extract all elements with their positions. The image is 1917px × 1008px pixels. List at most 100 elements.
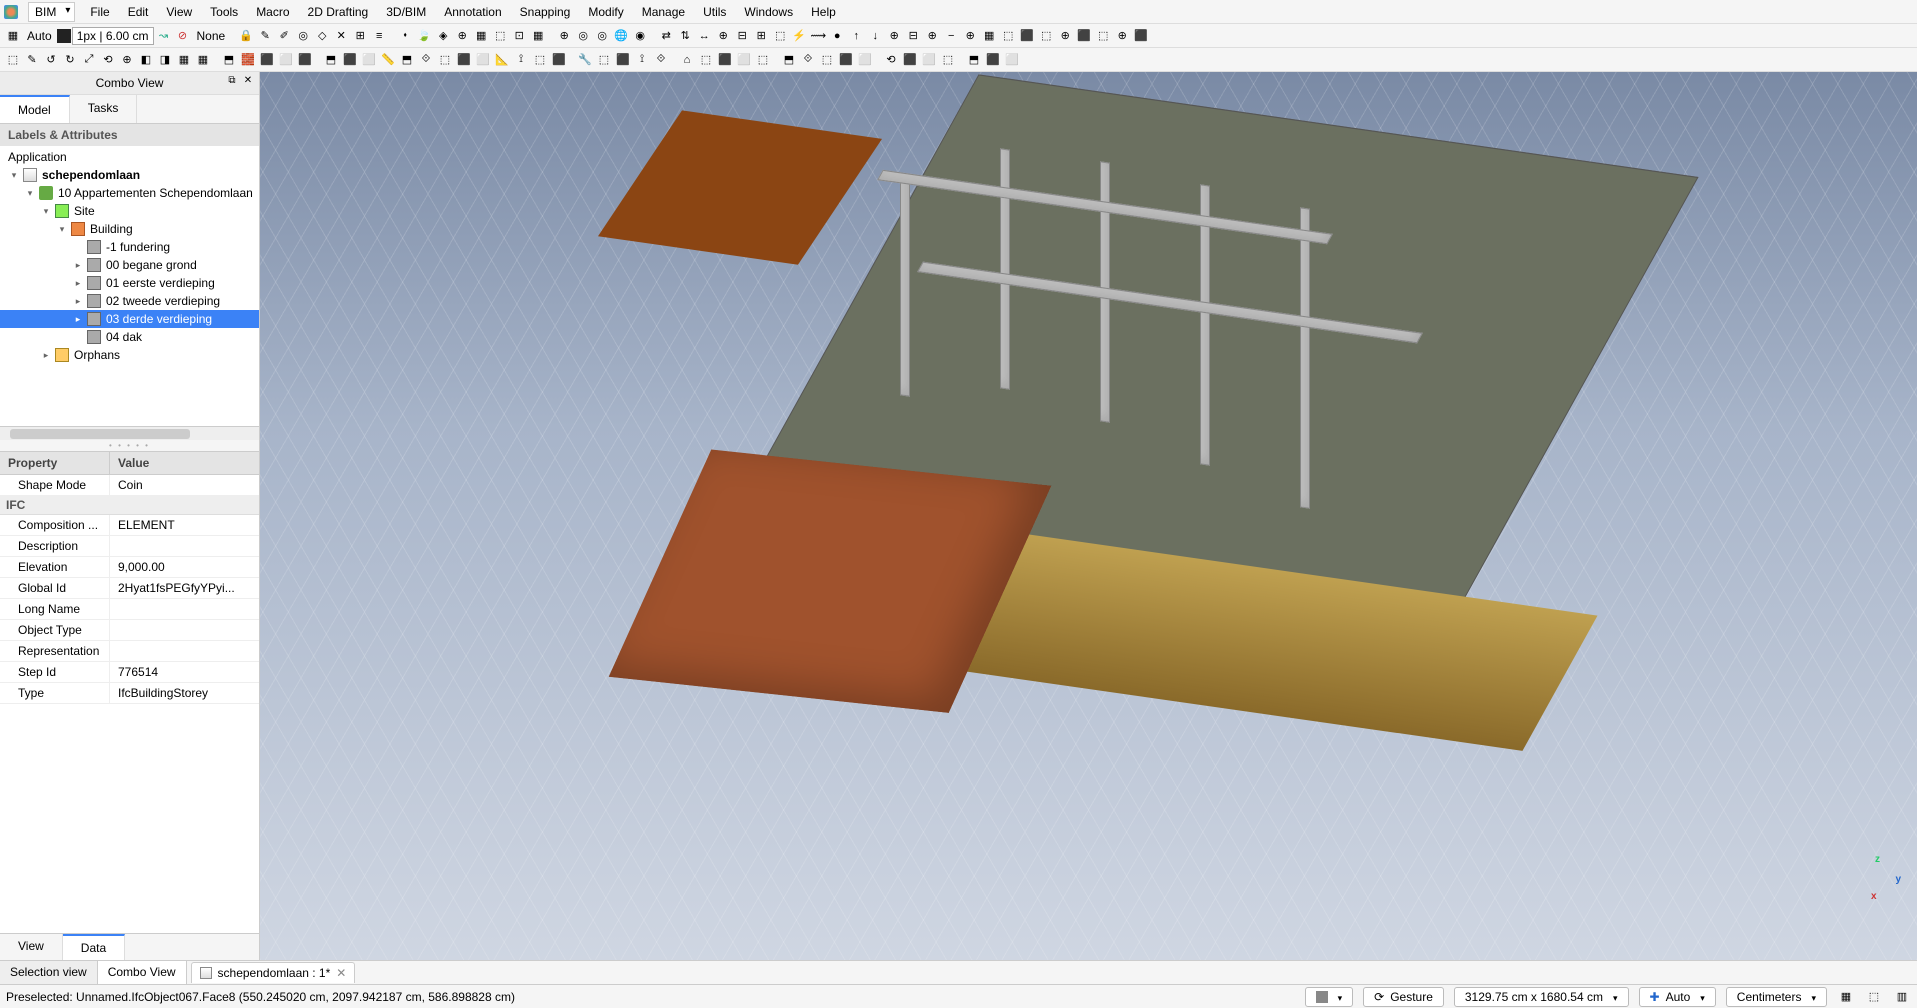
combo-tab-tasks[interactable]: Tasks xyxy=(70,95,138,123)
menu-edit[interactable]: Edit xyxy=(119,2,158,22)
tb1-icon-5[interactable]: ✕ xyxy=(332,27,350,45)
tb1-icon-27[interactable]: ⊕ xyxy=(714,27,732,45)
tb1-icon-11[interactable]: ◈ xyxy=(434,27,452,45)
tb2-icon-32[interactable]: 🔧 xyxy=(576,51,594,69)
menu-modify[interactable]: Modify xyxy=(579,2,632,22)
tb2-icon-22[interactable]: ⬒ xyxy=(398,51,416,69)
tree-item[interactable]: ▾schependomlaan xyxy=(0,166,259,184)
property-value[interactable]: Coin xyxy=(110,475,259,495)
tree-scrollbar[interactable] xyxy=(0,426,259,440)
tb1-icon-49[interactable]: ⬛ xyxy=(1132,27,1150,45)
tb1-icon-36[interactable]: ⊕ xyxy=(885,27,903,45)
tb2-icon-34[interactable]: ⬛ xyxy=(614,51,632,69)
tree-item[interactable]: ▸Orphans xyxy=(0,346,259,364)
tb2-icon-39[interactable]: ⬚ xyxy=(697,51,715,69)
tb1-icon-4[interactable]: ◇ xyxy=(313,27,331,45)
tree-twisty-icon[interactable]: ▸ xyxy=(72,278,84,289)
tb2-icon-1[interactable]: ✎ xyxy=(23,51,41,69)
property-row[interactable]: Composition ...ELEMENT xyxy=(0,515,259,536)
tb2-icon-8[interactable]: ◨ xyxy=(156,51,174,69)
tb1-icon-32[interactable]: ⟿ xyxy=(809,27,827,45)
tb2-icon-4[interactable]: ⤢ xyxy=(80,51,98,69)
tree-item[interactable]: ▸03 derde verdieping xyxy=(0,310,259,328)
side-tab-selection-view[interactable]: Selection view xyxy=(0,961,98,984)
tb2-icon-18[interactable]: ⬒ xyxy=(322,51,340,69)
property-value[interactable]: 9,000.00 xyxy=(110,557,259,577)
menu-help[interactable]: Help xyxy=(802,2,845,22)
menu-snapping[interactable]: Snapping xyxy=(511,2,580,22)
tb1-icon-18[interactable]: ⊕ xyxy=(555,27,573,45)
tb1-icon-15[interactable]: ⊡ xyxy=(510,27,528,45)
tb1-icon-33[interactable]: ● xyxy=(828,27,846,45)
tb2-icon-33[interactable]: ⬚ xyxy=(595,51,613,69)
tree-twisty-icon[interactable]: ▸ xyxy=(40,350,52,361)
tb2-icon-10[interactable]: ▦ xyxy=(194,51,212,69)
tb1-icon-14[interactable]: ⬚ xyxy=(491,27,509,45)
tb1-icon-45[interactable]: ⊕ xyxy=(1056,27,1074,45)
tb1-icon-16[interactable]: ▦ xyxy=(529,27,547,45)
tb2-icon-46[interactable]: ⬚ xyxy=(818,51,836,69)
prop-group-ifc[interactable]: IFC xyxy=(0,496,259,515)
tb2-icon-57[interactable]: ⬜ xyxy=(1003,51,1021,69)
menu-utils[interactable]: Utils xyxy=(694,2,735,22)
tb2-icon-20[interactable]: ⬜ xyxy=(360,51,378,69)
tree-twisty-icon[interactable]: ▸ xyxy=(72,314,84,325)
prop-tab-data[interactable]: Data xyxy=(63,934,125,960)
status-units[interactable]: Centimeters xyxy=(1726,987,1827,1007)
tb2-icon-28[interactable]: ⟟ xyxy=(512,51,530,69)
tb2-icon-25[interactable]: ⬛ xyxy=(455,51,473,69)
tb2-icon-50[interactable]: ⟲ xyxy=(882,51,900,69)
tb2-icon-38[interactable]: ⌂ xyxy=(678,51,696,69)
close-tab-icon[interactable]: ✕ xyxy=(336,966,346,980)
tb1-icon-34[interactable]: ↑ xyxy=(847,27,865,45)
tb2-icon-2[interactable]: ↺ xyxy=(42,51,60,69)
tb1-icon-48[interactable]: ⊕ xyxy=(1113,27,1131,45)
property-value[interactable] xyxy=(110,641,259,661)
tb2-icon-15[interactable]: ⬜ xyxy=(277,51,295,69)
tree-item[interactable]: ▸01 eerste verdieping xyxy=(0,274,259,292)
tree-item[interactable]: ▸02 tweede verdieping xyxy=(0,292,259,310)
tb1-icon-46[interactable]: ⬛ xyxy=(1075,27,1093,45)
tb1-icon-21[interactable]: 🌐 xyxy=(612,27,630,45)
tb1-icon-20[interactable]: ◎ xyxy=(593,27,611,45)
tb2-icon-41[interactable]: ⬜ xyxy=(735,51,753,69)
tb1-icon-35[interactable]: ↓ xyxy=(866,27,884,45)
property-row[interactable]: Representation xyxy=(0,641,259,662)
tb1-icon-30[interactable]: ⬚ xyxy=(771,27,789,45)
tb2-icon-13[interactable]: 🧱 xyxy=(239,51,257,69)
tb1-icon-37[interactable]: ⊟ xyxy=(904,27,922,45)
tb1-icon-29[interactable]: ⊞ xyxy=(752,27,770,45)
tb2-icon-21[interactable]: 📏 xyxy=(379,51,397,69)
tb2-icon-52[interactable]: ⬜ xyxy=(920,51,938,69)
tree-root[interactable]: Application xyxy=(0,148,259,166)
tb1-icon-9[interactable]: ⬪ xyxy=(396,27,414,45)
tb1-icon-42[interactable]: ⬚ xyxy=(999,27,1017,45)
tb1-icon-6[interactable]: ⊞ xyxy=(351,27,369,45)
tb2-icon-16[interactable]: ⬛ xyxy=(296,51,314,69)
status-auto[interactable]: ✚ Auto xyxy=(1639,987,1716,1007)
tb2-icon-35[interactable]: ⟟ xyxy=(633,51,651,69)
tb2-icon-47[interactable]: ⬛ xyxy=(837,51,855,69)
tb1-icon-44[interactable]: ⬚ xyxy=(1037,27,1055,45)
status-icon-2[interactable]: ⬚ xyxy=(1865,988,1883,1006)
tb1-icon-2[interactable]: ✐ xyxy=(275,27,293,45)
status-icon-3[interactable]: ▥ xyxy=(1893,988,1911,1006)
tb2-icon-6[interactable]: ⊕ xyxy=(118,51,136,69)
tb1-icon-19[interactable]: ◎ xyxy=(574,27,592,45)
menu-windows[interactable]: Windows xyxy=(735,2,802,22)
tree-item[interactable]: ▸00 begane grond xyxy=(0,256,259,274)
status-render-mode[interactable] xyxy=(1305,987,1354,1007)
tree-item[interactable]: ▾Building xyxy=(0,220,259,238)
tb2-icon-53[interactable]: ⬚ xyxy=(939,51,957,69)
menu-annotation[interactable]: Annotation xyxy=(435,2,510,22)
tb1-icon-25[interactable]: ⇅ xyxy=(676,27,694,45)
tree-twisty-icon[interactable]: ▾ xyxy=(56,224,68,235)
document-tab[interactable]: schependomlaan : 1* ✕ xyxy=(191,962,356,983)
splitter[interactable]: • • • • • xyxy=(0,440,259,451)
property-row[interactable]: Description xyxy=(0,536,259,557)
menu-2d-drafting[interactable]: 2D Drafting xyxy=(299,2,378,22)
prop-tab-view[interactable]: View xyxy=(0,934,63,960)
tb1-icon-47[interactable]: ⬚ xyxy=(1094,27,1112,45)
property-value[interactable]: IfcBuildingStorey xyxy=(110,683,259,703)
tb2-icon-26[interactable]: ⬜ xyxy=(474,51,492,69)
